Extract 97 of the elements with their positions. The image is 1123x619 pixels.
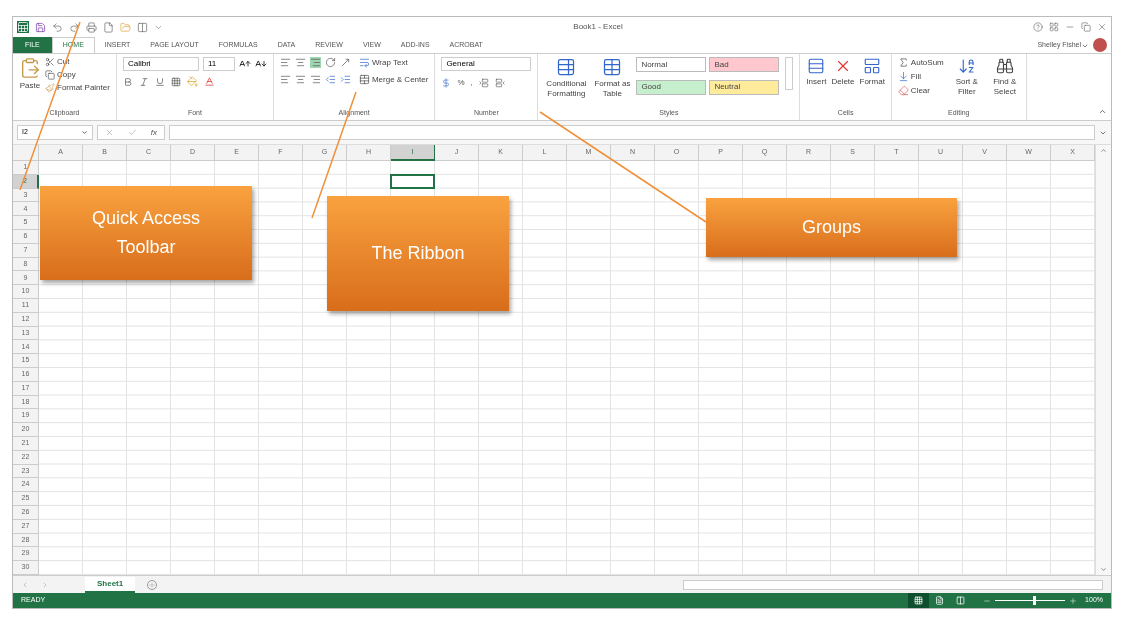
columns-icon[interactable] — [956, 596, 966, 605]
increase-decimal-icon[interactable] — [478, 78, 489, 88]
sort-filter-button[interactable]: Sort & Filter — [951, 57, 982, 97]
close-icon[interactable] — [1097, 22, 1107, 32]
printer-icon[interactable] — [86, 21, 97, 33]
undo-icon[interactable] — [52, 21, 63, 33]
font-size-dropdown[interactable]: 11 — [202, 57, 235, 71]
italic-icon[interactable] — [138, 76, 149, 87]
format-painter-button[interactable]: Format Painter — [45, 83, 110, 93]
indent-icon[interactable] — [339, 57, 351, 68]
callout-label: The Ribbon — [327, 196, 509, 311]
horizontal-scrollbar[interactable] — [683, 579, 1103, 590]
insert-rows-icon[interactable] — [807, 57, 826, 75]
fill-button[interactable]: Fill — [897, 71, 944, 82]
restore-icon[interactable] — [1081, 22, 1091, 32]
orientation-icon[interactable] — [324, 57, 336, 68]
number-style-button[interactable]: , — [470, 77, 473, 89]
save-icon[interactable] — [35, 21, 46, 33]
grow-font-icon[interactable] — [238, 58, 251, 70]
find-select-button[interactable]: Find & Select — [989, 57, 1020, 97]
callout-label: Groups — [706, 198, 957, 257]
insert-function-button[interactable]: fx — [150, 126, 158, 139]
shrink-font-icon[interactable] — [254, 58, 267, 70]
cell-style-swatch[interactable]: Good — [636, 79, 707, 95]
avatar[interactable] — [1093, 38, 1107, 52]
merge-icon[interactable] — [358, 74, 370, 85]
align-center-icon[interactable] — [294, 74, 306, 85]
select-all-button[interactable] — [13, 145, 39, 161]
decrease-indent-icon[interactable] — [324, 74, 336, 85]
zoom-in-icon[interactable] — [1069, 596, 1078, 605]
user-menu-icon[interactable] — [1081, 42, 1089, 50]
scroll-up-icon[interactable] — [1100, 147, 1107, 154]
eraser-icon[interactable] — [897, 85, 909, 96]
align-right-icon[interactable] — [309, 74, 321, 85]
cells-button[interactable]: Insert — [806, 57, 827, 87]
number-format-dropdown[interactable]: General — [441, 57, 532, 71]
window-title: Book1 - Excel — [573, 21, 623, 33]
formula-input[interactable] — [169, 125, 1095, 140]
sort-icon[interactable] — [957, 57, 976, 75]
currency-icon[interactable] — [441, 78, 452, 88]
binoculars-icon[interactable] — [995, 57, 1014, 75]
cells-button[interactable]: Delete — [831, 57, 855, 87]
clipboard-icon[interactable] — [19, 57, 41, 79]
top-align-icon[interactable] — [279, 57, 291, 68]
cells-button[interactable]: Format — [859, 57, 885, 87]
autosum-button[interactable]: AutoSum — [897, 57, 944, 68]
form-icon[interactable] — [137, 21, 148, 33]
decrease-decimal-icon[interactable] — [494, 78, 505, 88]
folder-icon[interactable] — [120, 21, 131, 33]
wrap-text-icon[interactable] — [358, 57, 370, 68]
cell-style-swatch[interactable]: Bad — [709, 57, 780, 72]
grid-icon[interactable] — [914, 596, 924, 605]
middle-align-icon[interactable] — [294, 57, 306, 68]
help-icon[interactable] — [1033, 22, 1043, 32]
table-icon[interactable] — [602, 57, 623, 77]
fill-down-icon[interactable] — [897, 71, 909, 82]
format-as-table-button[interactable]: Format as Table — [594, 57, 631, 99]
number-style-button[interactable]: % — [457, 77, 465, 89]
ribbon-display-icon[interactable] — [1049, 22, 1059, 32]
font-name-dropdown[interactable]: Calibri — [122, 57, 199, 71]
increase-indent-icon[interactable] — [339, 74, 351, 85]
conditional-format-icon[interactable] — [556, 57, 577, 77]
font-color-icon[interactable] — [203, 76, 215, 87]
scissors-icon[interactable] — [45, 57, 55, 67]
sigma-icon[interactable] — [897, 57, 909, 68]
borders-icon[interactable] — [170, 76, 181, 87]
selected-cell[interactable] — [390, 173, 435, 189]
merge-center-button[interactable]: Merge & Center — [358, 74, 429, 85]
format-icon[interactable] — [863, 57, 882, 75]
vertical-scrollbar[interactable] — [1095, 145, 1111, 575]
collapse-ribbon-icon[interactable] — [1098, 107, 1107, 116]
bottom-align-icon[interactable] — [309, 57, 321, 68]
clear-button[interactable]: Clear — [897, 85, 944, 96]
page-icon[interactable] — [935, 596, 945, 605]
cancel-icon[interactable] — [104, 128, 114, 137]
wrap-text-button[interactable]: Wrap Text — [358, 57, 429, 68]
copy-icon[interactable] — [45, 70, 55, 80]
excel-logo-icon — [17, 21, 29, 33]
paste-button[interactable]: Paste — [19, 57, 41, 93]
fill-color-icon[interactable] — [186, 76, 198, 87]
paintbrush-icon[interactable] — [45, 83, 55, 93]
new-file-icon[interactable] — [103, 21, 114, 33]
underline-icon[interactable] — [154, 76, 165, 87]
styles-scrollbar[interactable] — [785, 57, 794, 90]
conditional-formatting-button[interactable]: Conditional Formatting — [544, 57, 589, 99]
align-left-icon[interactable] — [279, 74, 291, 85]
sheet-tab[interactable]: Sheet1 — [85, 576, 136, 593]
callout-label: Quick Access Toolbar — [40, 186, 252, 280]
view-button[interactable] — [908, 593, 930, 608]
caret-icon[interactable] — [81, 129, 88, 136]
cell-style-swatch[interactable]: Normal — [636, 57, 707, 72]
bold-icon[interactable] — [122, 76, 133, 87]
redo-icon[interactable] — [69, 21, 80, 33]
cell-style-swatch[interactable]: Neutral — [709, 79, 780, 95]
new-sheet-icon[interactable] — [147, 579, 158, 590]
scroll-down-icon[interactable] — [1100, 566, 1107, 573]
zoom-thumb[interactable] — [1032, 596, 1036, 605]
